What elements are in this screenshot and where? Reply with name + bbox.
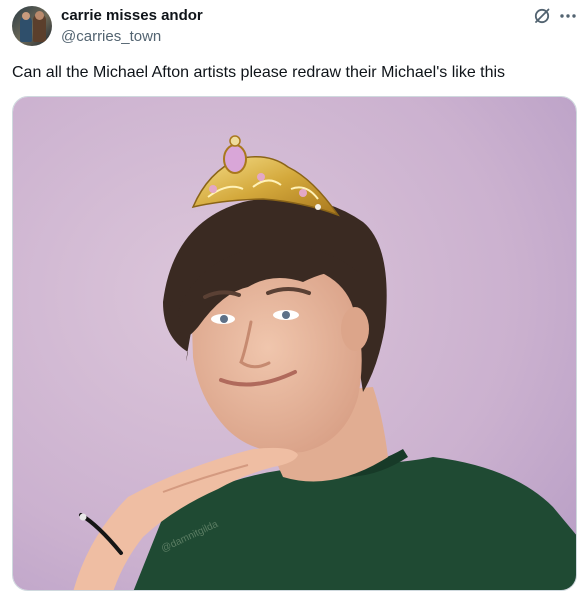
more-options-icon[interactable] [558, 6, 578, 26]
avatar-head-right [35, 11, 44, 20]
tweet-photo[interactable]: @damnitgilda [12, 96, 577, 591]
avatar-head-left [22, 12, 30, 20]
tweet-text: Can all the Michael Afton artists please… [12, 64, 506, 81]
tweet-card: carrie misses andor @carries_town Can al… [0, 0, 581, 591]
ear [341, 307, 369, 351]
author-handle[interactable]: @carries_town [61, 28, 161, 45]
grok-icon[interactable] [532, 6, 552, 26]
author-display-name[interactable]: carrie misses andor [61, 7, 203, 24]
author-avatar[interactable] [12, 6, 52, 46]
